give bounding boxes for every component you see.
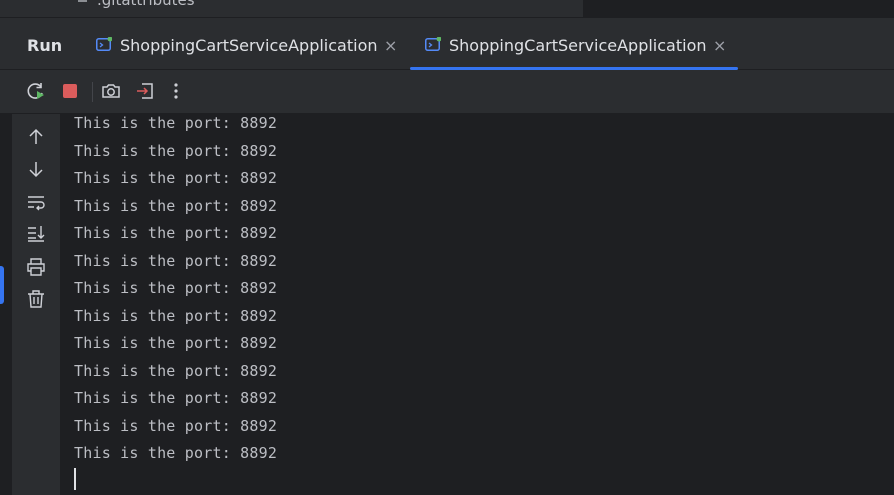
- panel-divider: [583, 0, 584, 17]
- console-side-actions: [12, 114, 60, 495]
- screenshot-icon: [102, 84, 120, 98]
- run-tab-label: ShoppingCartServiceApplication: [120, 36, 378, 55]
- more-vert-icon: [174, 83, 178, 99]
- exit-icon: [137, 83, 153, 99]
- run-panel-title: Run: [27, 36, 63, 55]
- print-button[interactable]: [25, 256, 47, 278]
- up-stack-trace-button[interactable]: [25, 126, 47, 148]
- run-tab-2[interactable]: ShoppingCartServiceApplication ×: [410, 18, 738, 70]
- soft-wrap-icon: [28, 196, 45, 211]
- project-tree-item-label: .gitattributes: [97, 0, 195, 9]
- panel-divider: [665, 0, 666, 17]
- close-icon[interactable]: ×: [384, 36, 397, 55]
- trash-icon: [28, 290, 44, 308]
- console-line: This is the port: 8892: [74, 224, 278, 242]
- console-line: This is the port: 8892: [74, 417, 278, 435]
- console-line: This is the port: 8892: [74, 114, 278, 132]
- scroll-to-end-button[interactable]: [25, 222, 47, 244]
- right-panel-strip: [583, 0, 894, 17]
- run-tab-bar: Run ShoppingCartServiceApplication × Sho…: [0, 17, 894, 70]
- down-stack-trace-button[interactable]: [25, 158, 47, 180]
- more-options-button[interactable]: [165, 80, 187, 102]
- soft-wrap-button[interactable]: [25, 191, 47, 213]
- rerun-icon: [27, 83, 44, 99]
- print-icon: [27, 258, 45, 276]
- app-run-icon: [425, 37, 441, 51]
- text-cursor: [74, 468, 76, 490]
- console-line: This is the port: 8892: [74, 142, 278, 160]
- console-line: This is the port: 8892: [74, 362, 278, 380]
- project-tree-strip: .gitattributes: [0, 0, 894, 17]
- arrow-up-icon: [29, 128, 43, 144]
- console-line: This is the port: 8892: [74, 169, 278, 187]
- stop-icon: [63, 84, 77, 98]
- stop-button[interactable]: [59, 80, 81, 102]
- console-line: This is the port: 8892: [74, 197, 278, 215]
- console-line: This is the port: 8892: [74, 444, 278, 462]
- console-line: This is the port: 8892: [74, 334, 278, 352]
- console-output[interactable]: This is the port: 8892 This is the port:…: [60, 114, 894, 495]
- close-icon[interactable]: ×: [713, 36, 726, 55]
- screenshot-button[interactable]: [100, 80, 122, 102]
- console-line: This is the port: 8892: [74, 307, 278, 325]
- run-toolbar: [0, 70, 894, 114]
- console-line: This is the port: 8892: [74, 279, 278, 297]
- clear-all-button[interactable]: [25, 288, 47, 310]
- run-tab-1[interactable]: ShoppingCartServiceApplication ×: [96, 18, 402, 70]
- scroll-to-end-icon: [28, 226, 45, 242]
- run-tab-label: ShoppingCartServiceApplication: [449, 36, 707, 55]
- rerun-button[interactable]: [25, 80, 47, 102]
- project-tree-item[interactable]: .gitattributes: [78, 0, 195, 9]
- arrow-down-icon: [29, 162, 43, 178]
- exit-button[interactable]: [134, 80, 156, 102]
- tool-window-indicator: [0, 266, 4, 304]
- app-run-icon: [96, 37, 112, 51]
- toolbar-separator: [92, 82, 93, 102]
- console-line: This is the port: 8892: [74, 389, 278, 407]
- console-line: This is the port: 8892: [74, 252, 278, 270]
